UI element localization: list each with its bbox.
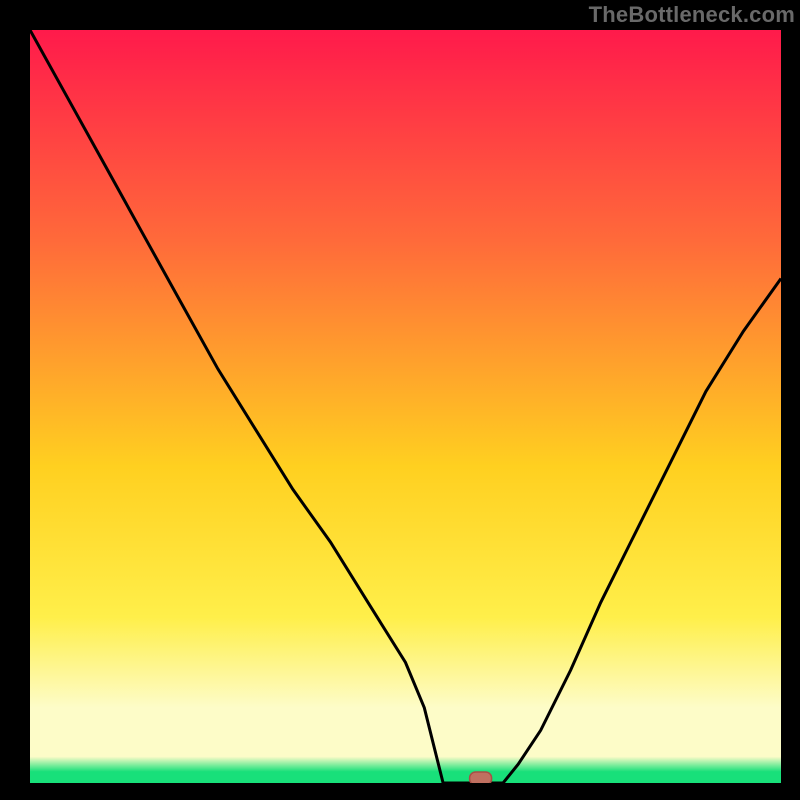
gradient-background xyxy=(30,30,781,783)
watermark-text: TheBottleneck.com xyxy=(589,2,795,28)
bottleneck-chart xyxy=(0,0,800,800)
frame-border xyxy=(781,0,800,800)
frame-border xyxy=(0,0,30,800)
frame-border xyxy=(0,783,800,800)
chart-frame: { "watermark": "TheBottleneck.com", "col… xyxy=(0,0,800,800)
